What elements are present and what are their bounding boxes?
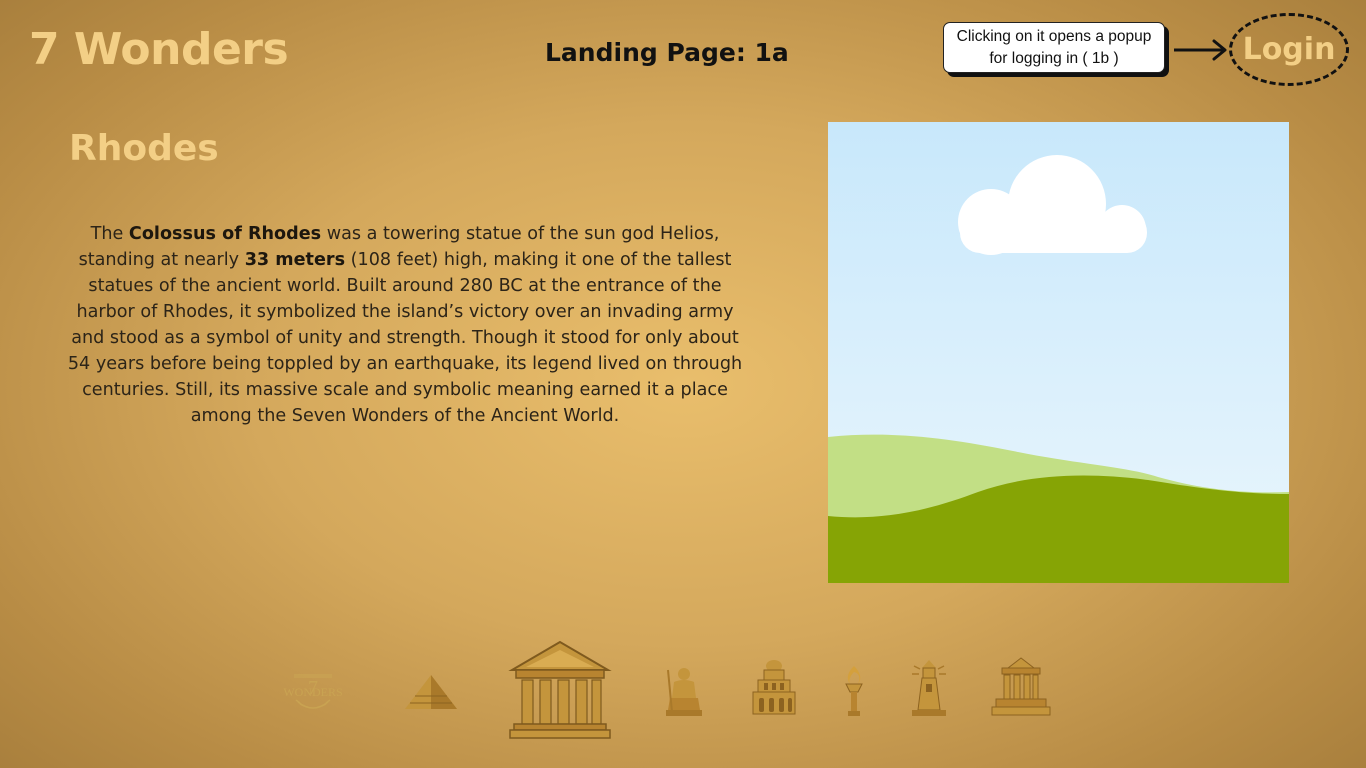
wonder-description: The Colossus of Rhodes was a towering st… <box>60 221 750 429</box>
hanging-gardens-icon[interactable] <box>750 658 798 718</box>
page-label: Landing Page: 1a <box>545 38 789 67</box>
wonder-title: Rhodes <box>69 128 219 169</box>
mausoleum-icon[interactable] <box>990 656 1052 718</box>
wonder-image-placeholder <box>828 122 1289 583</box>
logo-text: WONDERS <box>283 685 342 699</box>
login-button[interactable]: Login <box>1229 13 1349 86</box>
site-logo-title[interactable]: 7 Wonders <box>29 24 289 75</box>
description-bold-name: Colossus of Rhodes <box>128 224 322 244</box>
landscape-placeholder-image <box>828 122 1289 583</box>
torch-icon[interactable] <box>840 664 868 718</box>
pyramid-icon[interactable] <box>403 672 459 712</box>
wonders-icon-nav: 7 WONDERS <box>270 630 1070 750</box>
description-text: (108 feet) high, making it one of the ta… <box>67 250 743 426</box>
lighthouse-icon[interactable] <box>906 658 952 718</box>
login-annotation-note: Clicking on it opens a popup for logging… <box>943 22 1165 73</box>
temple-icon[interactable] <box>508 638 612 742</box>
description-text: The <box>90 224 129 244</box>
arrow-right-icon <box>1174 39 1227 61</box>
description-bold-height: 33 meters <box>244 250 346 270</box>
7-wonders-logo-icon[interactable]: 7 WONDERS <box>280 668 346 716</box>
zeus-statue-icon[interactable] <box>662 664 706 718</box>
